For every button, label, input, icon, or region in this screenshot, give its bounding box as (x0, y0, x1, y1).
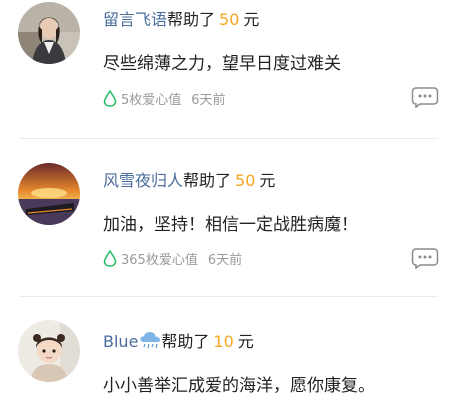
donation-header: 留言飞语帮助了 50 元 (103, 6, 259, 30)
donation-header: Blue 帮助了 10 元 (103, 328, 254, 355)
comment-button[interactable] (411, 247, 439, 269)
timestamp: 6天前 (191, 93, 226, 108)
rain-cloud-icon (139, 331, 161, 355)
love-value: 365枚爱心值 (121, 253, 198, 268)
woman-photo-avatar-icon (18, 2, 80, 64)
donor-nickname[interactable]: 留言飞语 (103, 10, 167, 29)
donation-message: 小小善举汇成爱的海洋，愿你康复。 (103, 376, 375, 396)
donation-header: 风雪夜归人帮助了 50 元 (103, 167, 275, 191)
helped-label: 帮助了 (183, 171, 232, 190)
list-item: Blue 帮助了 10 元 小小善举汇成爱的海洋，愿你康复。 (0, 297, 456, 407)
water-drop-icon (103, 89, 117, 107)
list-item: 留言飞语帮助了 50 元 尽些绵薄之力，望早日度过难关 5枚爱心值 6天前 (0, 0, 456, 138)
donor-nickname[interactable]: Blue (103, 332, 138, 351)
helped-label: 帮助了 (167, 10, 216, 29)
helped-label: 帮助了 (161, 332, 210, 351)
timestamp: 6天前 (207, 253, 243, 268)
comment-bubble-icon (411, 248, 439, 269)
love-value: 5枚爱心值 (121, 93, 182, 108)
list-item: 风雪夜归人帮助了 50 元 加油，坚持！相信一定战胜病魔！ 365枚爱心值 6天前 (0, 139, 456, 296)
currency-unit: 元 (259, 171, 276, 190)
currency-unit: 元 (237, 332, 254, 351)
donation-feed: 留言飞语帮助了 50 元 尽些绵薄之力，望早日度过难关 5枚爱心值 6天前 风雪… (0, 0, 456, 404)
avatar[interactable] (18, 2, 80, 64)
donor-nickname[interactable]: 风雪夜归人 (103, 171, 183, 190)
comment-bubble-icon (411, 87, 439, 108)
sunset-landscape-avatar-icon (18, 163, 80, 225)
donation-amount: 50 (235, 171, 256, 190)
water-drop-icon (103, 249, 117, 267)
meta-row: 365枚爱心值 6天前 (103, 249, 242, 268)
currency-unit: 元 (243, 10, 260, 29)
donation-amount: 10 (213, 332, 234, 351)
comment-button[interactable] (411, 86, 439, 108)
avatar[interactable] (18, 320, 80, 382)
meta-row: 5枚爱心值 6天前 (103, 89, 226, 108)
donation-message: 尽些绵薄之力，望早日度过难关 (103, 54, 341, 74)
avatar[interactable] (18, 163, 80, 225)
child-photo-avatar-icon (18, 320, 80, 382)
donation-message: 加油，坚持！相信一定战胜病魔！ (103, 215, 358, 235)
donation-amount: 50 (219, 10, 240, 29)
